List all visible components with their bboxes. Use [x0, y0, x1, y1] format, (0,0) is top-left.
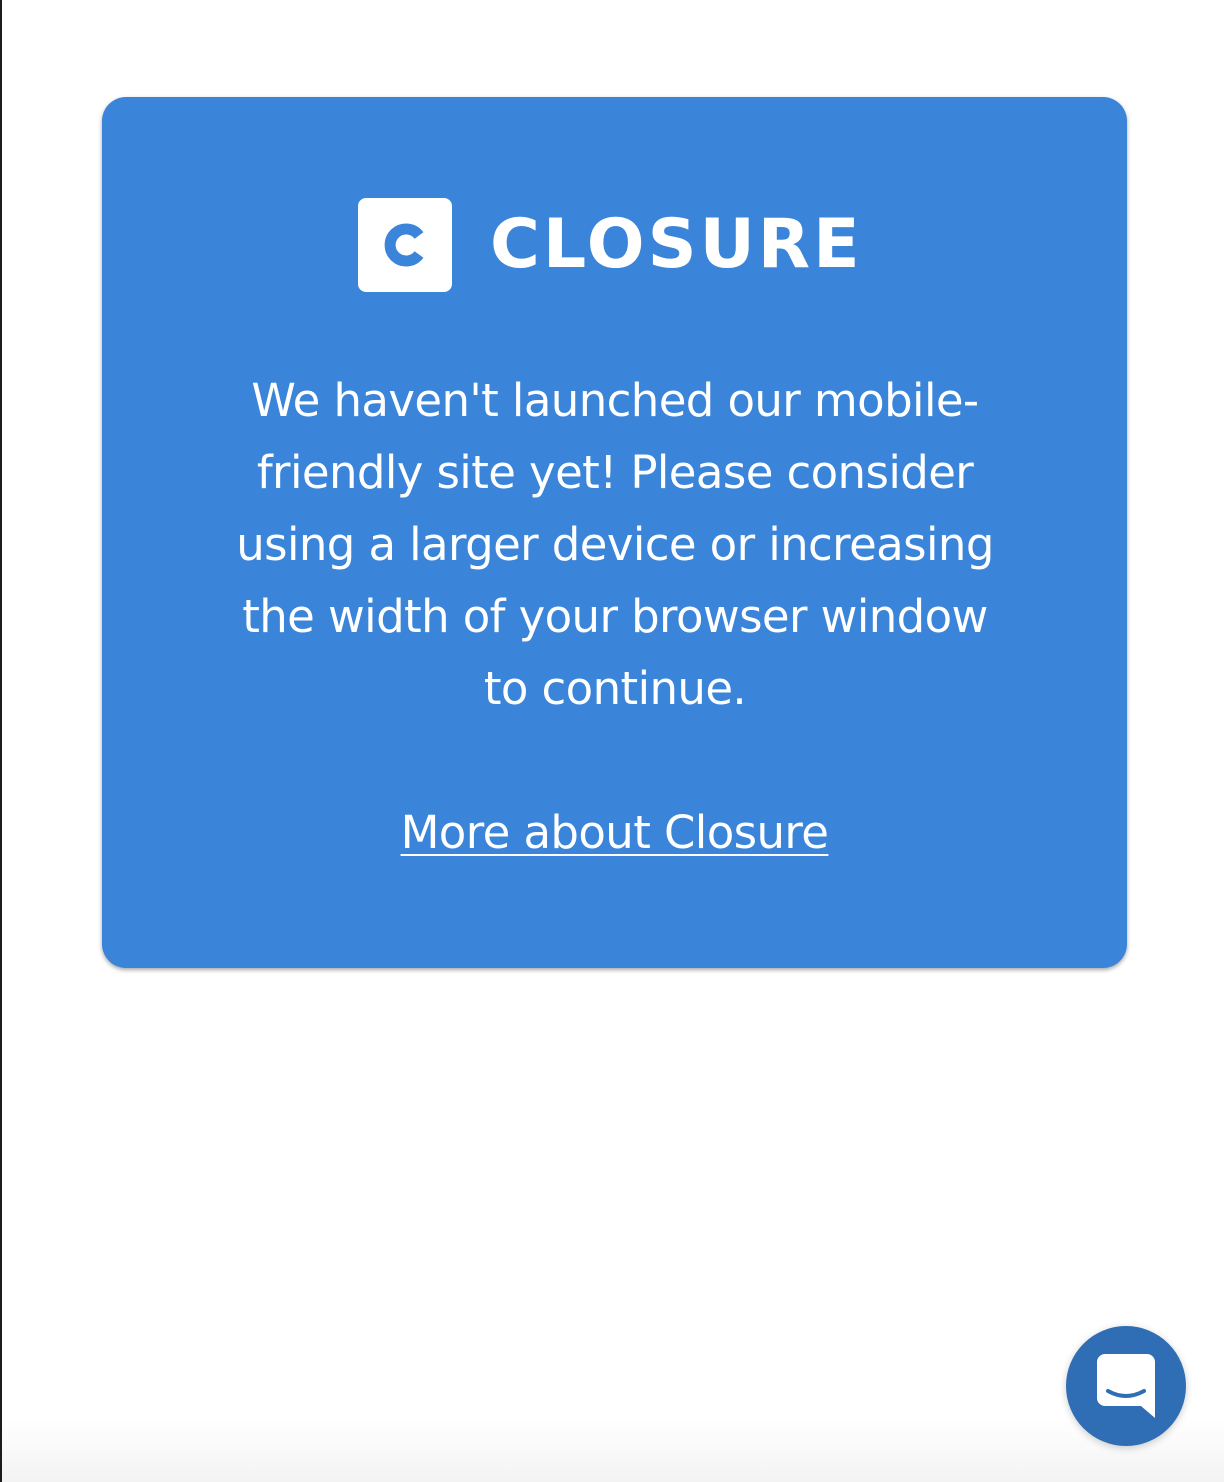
brand-name: CLOSURE — [490, 205, 863, 284]
mobile-notice-card: CLOSURE We haven't launched our mobile-f… — [102, 97, 1127, 968]
chat-launcher-button[interactable] — [1066, 1326, 1186, 1446]
closure-logo: CLOSURE — [358, 198, 863, 292]
chat-bubble-icon — [1097, 1354, 1155, 1418]
more-about-link[interactable]: More about Closure — [102, 797, 1127, 869]
page: CLOSURE We haven't launched our mobile-f… — [0, 0, 1224, 1482]
closure-c-logo-icon — [358, 198, 452, 292]
notice-message: We haven't launched our mobile-friendly … — [236, 374, 994, 715]
